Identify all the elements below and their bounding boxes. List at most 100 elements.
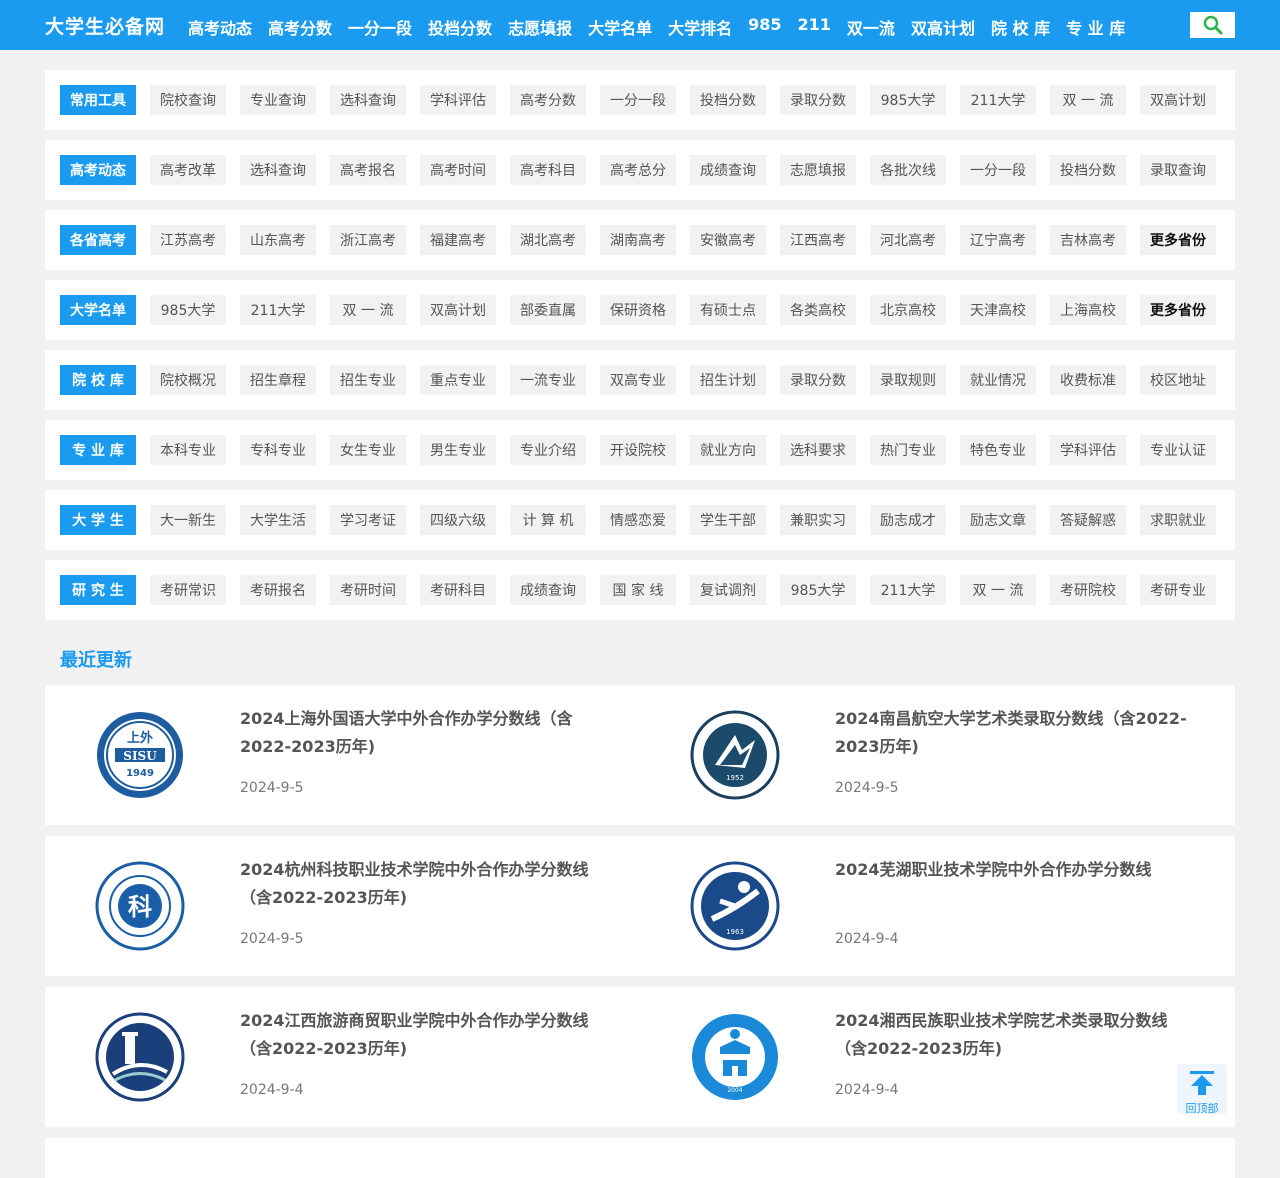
category-title[interactable]: 大 学 生: [60, 505, 136, 535]
category-link[interactable]: 投档分数: [1050, 155, 1126, 185]
category-link[interactable]: 校区地址: [1140, 365, 1216, 395]
category-link[interactable]: 招生计划: [690, 365, 766, 395]
category-link[interactable]: 更多省份: [1140, 295, 1216, 325]
category-link[interactable]: 选科要求: [780, 435, 856, 465]
sisu-logo[interactable]: 上外 SISU 1949: [95, 710, 185, 800]
category-link[interactable]: 复试调剂: [690, 575, 766, 605]
category-link[interactable]: 学生干部: [690, 505, 766, 535]
nav-university-ranking[interactable]: 大学排名: [668, 15, 732, 39]
category-link[interactable]: 各类高校: [780, 295, 856, 325]
category-link[interactable]: 志愿填报: [780, 155, 856, 185]
category-link[interactable]: 专业介绍: [510, 435, 586, 465]
category-link[interactable]: 考研常识: [150, 575, 226, 605]
jxtcv-logo[interactable]: [95, 1012, 185, 1102]
item-title[interactable]: 2024杭州科技职业技术学院中外合作办学分数线（含2022-2023历年): [240, 856, 600, 912]
back-to-top-button[interactable]: 回顶部: [1177, 1064, 1227, 1115]
category-link[interactable]: 湖北高考: [510, 225, 586, 255]
category-link[interactable]: 福建高考: [420, 225, 496, 255]
category-link[interactable]: 双高计划: [1140, 85, 1216, 115]
category-link[interactable]: 重点专业: [420, 365, 496, 395]
category-link[interactable]: 211大学: [870, 575, 946, 605]
nav-gaokao-scores[interactable]: 高考分数: [268, 15, 332, 39]
item-title[interactable]: 2024芜湖职业技术学院中外合作办学分数线: [835, 856, 1195, 884]
category-link[interactable]: 双 一 流: [330, 295, 406, 325]
nav-double-first-class[interactable]: 双一流: [847, 15, 895, 39]
xxmz-logo[interactable]: 2004: [690, 1012, 780, 1102]
nav-major-library[interactable]: 专 业 库: [1066, 15, 1125, 39]
category-link[interactable]: 励志成才: [870, 505, 946, 535]
list-item[interactable]: 1952 2024南昌航空大学艺术类录取分数线（含2022-2023历年) 2024…: [640, 685, 1235, 825]
category-link[interactable]: 招生章程: [240, 365, 316, 395]
category-link[interactable]: 天津高校: [960, 295, 1036, 325]
category-link[interactable]: 兼职实习: [780, 505, 856, 535]
category-link[interactable]: 专业查询: [240, 85, 316, 115]
nav-score-rank[interactable]: 一分一段: [348, 15, 412, 39]
category-link[interactable]: 录取查询: [1140, 155, 1216, 185]
category-link[interactable]: 就业方向: [690, 435, 766, 465]
category-link[interactable]: 985大学: [780, 575, 856, 605]
category-link[interactable]: 高考总分: [600, 155, 676, 185]
category-link[interactable]: 院校概况: [150, 365, 226, 395]
item-title[interactable]: 2024上海外国语大学中外合作办学分数线（含2022-2023历年): [240, 705, 600, 761]
nav-double-high[interactable]: 双高计划: [911, 15, 975, 39]
category-link[interactable]: 一分一段: [600, 85, 676, 115]
search-button[interactable]: [1190, 12, 1235, 38]
category-link[interactable]: 河北高考: [870, 225, 946, 255]
category-link[interactable]: 大学生活: [240, 505, 316, 535]
category-link[interactable]: 211大学: [240, 295, 316, 325]
category-link[interactable]: 保研资格: [600, 295, 676, 325]
nav-school-library[interactable]: 院 校 库: [991, 15, 1050, 39]
list-item[interactable]: 2024江西旅游商贸职业学院中外合作办学分数线（含2022-2023历年) 202…: [45, 987, 640, 1127]
category-link[interactable]: 情感恋爱: [600, 505, 676, 535]
category-link[interactable]: 高考分数: [510, 85, 586, 115]
category-link[interactable]: 吉林高考: [1050, 225, 1126, 255]
category-link[interactable]: 考研科目: [420, 575, 496, 605]
category-link[interactable]: 四级六级: [420, 505, 496, 535]
category-link[interactable]: 有硕士点: [690, 295, 766, 325]
category-title[interactable]: 各省高考: [60, 225, 136, 255]
category-link[interactable]: 院校查询: [150, 85, 226, 115]
category-link[interactable]: 安徽高考: [690, 225, 766, 255]
item-title[interactable]: 2024湘西民族职业技术学院艺术类录取分数线（含2022-2023历年): [835, 1007, 1195, 1063]
category-link[interactable]: 一分一段: [960, 155, 1036, 185]
category-link[interactable]: 部委直属: [510, 295, 586, 325]
category-link[interactable]: 各批次线: [870, 155, 946, 185]
category-link[interactable]: 国 家 线: [600, 575, 676, 605]
category-link[interactable]: 双高计划: [420, 295, 496, 325]
list-item[interactable]: 1963 2024芜湖职业技术学院中外合作办学分数线 2024-9-4: [640, 836, 1235, 976]
nav-university-list[interactable]: 大学名单: [588, 15, 652, 39]
list-item[interactable]: 科 2024杭州科技职业技术学院中外合作办学分数线（含2022-2023历年) 20…: [45, 836, 640, 976]
category-link[interactable]: 辽宁高考: [960, 225, 1036, 255]
category-link[interactable]: 考研专业: [1140, 575, 1216, 605]
category-link[interactable]: 录取分数: [780, 85, 856, 115]
category-link[interactable]: 励志文章: [960, 505, 1036, 535]
category-link[interactable]: 收费标准: [1050, 365, 1126, 395]
nav-gaokao-news[interactable]: 高考动态: [188, 15, 252, 39]
category-link[interactable]: 男生专业: [420, 435, 496, 465]
category-link[interactable]: 学科评估: [420, 85, 496, 115]
nav-admission-scores[interactable]: 投档分数: [428, 15, 492, 39]
list-item[interactable]: 上外 SISU 1949 2024上海外国语大学中外合作办学分数线（含2022-202…: [45, 685, 640, 825]
nav-211[interactable]: 211: [798, 15, 831, 39]
category-link[interactable]: 本科专业: [150, 435, 226, 465]
item-title[interactable]: 2024南昌航空大学艺术类录取分数线（含2022-2023历年): [835, 705, 1195, 761]
nav-application[interactable]: 志愿填报: [508, 15, 572, 39]
category-link[interactable]: 浙江高考: [330, 225, 406, 255]
category-link[interactable]: 双 一 流: [1050, 85, 1126, 115]
category-link[interactable]: 计 算 机: [510, 505, 586, 535]
category-link[interactable]: 求职就业: [1140, 505, 1216, 535]
category-link[interactable]: 一流专业: [510, 365, 586, 395]
category-title[interactable]: 大学名单: [60, 295, 136, 325]
category-link[interactable]: 投档分数: [690, 85, 766, 115]
item-title[interactable]: 2024江西旅游商贸职业学院中外合作办学分数线（含2022-2023历年): [240, 1007, 600, 1063]
category-link[interactable]: 选科查询: [330, 85, 406, 115]
category-link[interactable]: 985大学: [150, 295, 226, 325]
category-link[interactable]: 985大学: [870, 85, 946, 115]
nchu-logo[interactable]: 1952: [690, 710, 780, 800]
category-title[interactable]: 常用工具: [60, 85, 136, 115]
category-link[interactable]: 成绩查询: [690, 155, 766, 185]
category-link[interactable]: 考研报名: [240, 575, 316, 605]
category-link[interactable]: 专业认证: [1140, 435, 1216, 465]
category-link[interactable]: 选科查询: [240, 155, 316, 185]
category-link[interactable]: 山东高考: [240, 225, 316, 255]
